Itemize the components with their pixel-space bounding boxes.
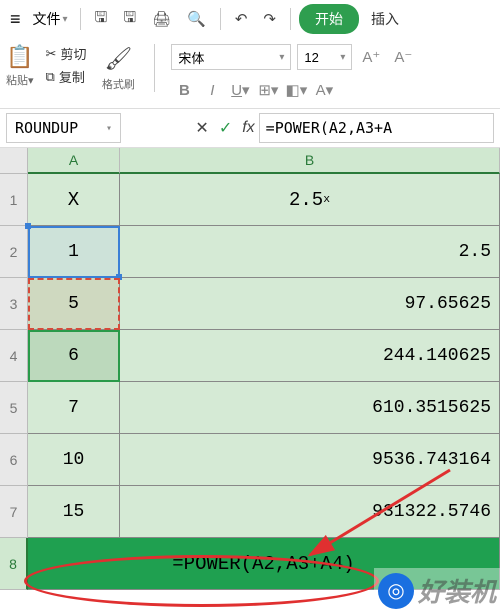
font-color-button[interactable]: A▾ — [311, 78, 337, 102]
copy-button[interactable]: ⧉复制 — [46, 67, 87, 86]
font-name-value: 宋体 — [178, 48, 204, 67]
copy-icon: ⧉ — [46, 69, 55, 85]
divider — [220, 8, 221, 30]
file-menu[interactable]: 文件▾ — [29, 7, 72, 31]
font-name-select[interactable]: 宋体 ▾ — [171, 44, 291, 70]
paste-label: 粘贴▾ — [6, 72, 34, 88]
row-header-6[interactable]: 6 — [0, 434, 28, 486]
cell-B1[interactable]: 2.5x — [120, 174, 500, 226]
chevron-down-icon: ▾ — [279, 52, 284, 63]
menu-icon[interactable]: ≡ — [6, 7, 25, 32]
column-header-B[interactable]: B — [120, 148, 500, 174]
bold-button[interactable]: B — [171, 78, 197, 102]
cell-A6[interactable]: 10 — [28, 434, 120, 486]
row-header-4[interactable]: 4 — [0, 330, 28, 382]
chevron-down-icon: ▾ — [63, 14, 68, 25]
tab-insert[interactable]: 插入 — [363, 4, 407, 34]
row-header-1[interactable]: 1 — [0, 174, 28, 226]
tab-start[interactable]: 开始 — [299, 4, 359, 34]
font-size-value: 12 — [304, 50, 318, 65]
cell-A1[interactable]: X — [28, 174, 120, 226]
cell-B2[interactable]: 2.5 — [120, 226, 500, 278]
formula-bar[interactable]: =POWER(A2,A3+A — [259, 113, 494, 143]
paste-icon[interactable]: 📋 — [6, 44, 33, 70]
increase-font-icon[interactable]: A⁺ — [358, 45, 384, 69]
row-header-2[interactable]: 2 — [0, 226, 28, 278]
cut-button[interactable]: ✂剪切 — [46, 44, 87, 63]
scissors-icon: ✂ — [46, 46, 57, 62]
save-as-icon[interactable]: 🖫 — [117, 5, 142, 34]
fx-icon[interactable]: fx — [242, 119, 254, 137]
underline-button[interactable]: U▾ — [227, 78, 253, 102]
border-button[interactable]: ⊞▾ — [255, 78, 281, 102]
chevron-down-icon: ▾ — [106, 123, 112, 134]
divider — [290, 8, 291, 30]
spreadsheet-grid: A B 1 X 2.5x 2 1 2.5 3 5 97.65625 4 6 24… — [0, 148, 500, 590]
divider — [154, 44, 155, 92]
cell-B6[interactable]: 9536.743164 — [120, 434, 500, 486]
cell-A5[interactable]: 7 — [28, 382, 120, 434]
cell-B7[interactable]: 931322.5746 — [120, 486, 500, 538]
watermark-badge-icon: ◎ — [378, 573, 414, 609]
cut-label: 剪切 — [60, 44, 86, 63]
preview-icon[interactable]: 🔍 — [181, 8, 212, 30]
cell-A7[interactable]: 15 — [28, 486, 120, 538]
cell-A4[interactable]: 6 — [28, 330, 120, 382]
row-header-3[interactable]: 3 — [0, 278, 28, 330]
cancel-formula-icon[interactable]: ✕ — [195, 118, 208, 138]
formula-bar-value: =POWER(A2,A3+A — [266, 119, 392, 137]
save-icon[interactable]: 🖫 — [89, 5, 114, 34]
cell-A2[interactable]: 1 — [28, 226, 120, 278]
format-painter-icon[interactable]: 🖌 — [98, 44, 138, 74]
fill-color-button[interactable]: ◧▾ — [283, 78, 309, 102]
watermark-text: 好装机 — [418, 572, 496, 609]
cell-B5[interactable]: 610.3515625 — [120, 382, 500, 434]
name-box[interactable]: ROUNDUP ▾ — [6, 113, 121, 143]
watermark: ◎ 好装机 — [374, 568, 500, 613]
decrease-font-icon[interactable]: A⁻ — [390, 45, 416, 69]
column-header-A[interactable]: A — [28, 148, 120, 174]
select-all-corner[interactable] — [0, 148, 28, 174]
name-box-value: ROUNDUP — [15, 119, 78, 137]
format-painter-label: 格式刷 — [102, 76, 135, 92]
row-header-8[interactable]: 8 — [0, 538, 28, 590]
cell-B4[interactable]: 244.140625 — [120, 330, 500, 382]
chevron-down-icon: ▾ — [340, 52, 345, 63]
print-icon[interactable]: 🖨 — [146, 8, 177, 30]
row-header-5[interactable]: 5 — [0, 382, 28, 434]
undo-icon[interactable]: ↶ — [229, 8, 254, 30]
row-header-7[interactable]: 7 — [0, 486, 28, 538]
italic-button[interactable]: I — [199, 78, 225, 102]
font-size-select[interactable]: 12 ▾ — [297, 44, 352, 70]
divider — [80, 8, 81, 30]
redo-icon[interactable]: ↷ — [257, 8, 282, 30]
copy-label: 复制 — [59, 67, 85, 86]
file-label: 文件 — [33, 9, 61, 29]
cell-A3[interactable]: 5 — [28, 278, 120, 330]
confirm-formula-icon[interactable]: ✓ — [219, 118, 232, 138]
cell-B3[interactable]: 97.65625 — [120, 278, 500, 330]
